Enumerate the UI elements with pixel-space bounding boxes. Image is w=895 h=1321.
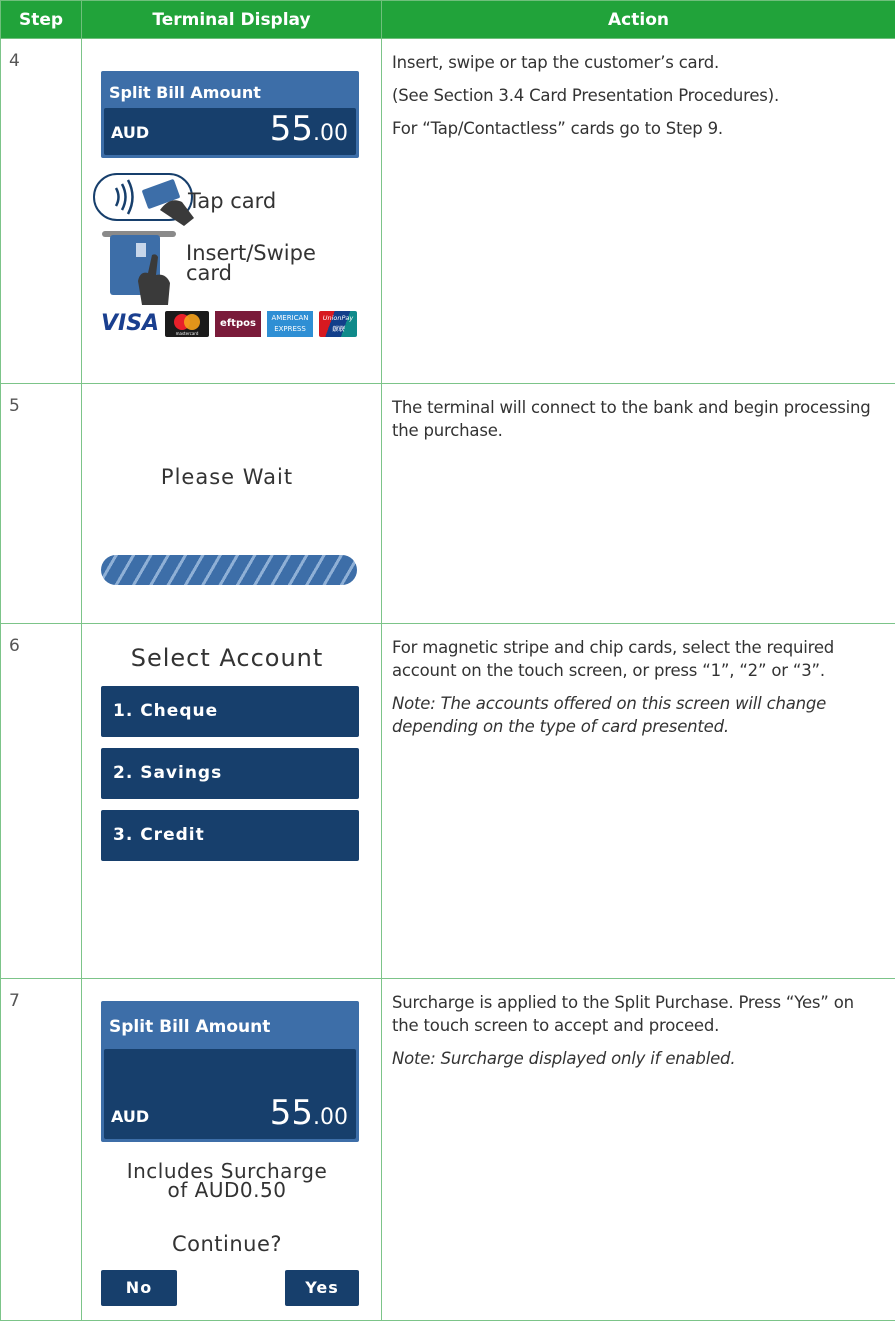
action-text: The terminal will connect to the bank an… [392,396,885,442]
eftpos-logo: eftpos [215,311,261,337]
surcharge-text: Includes Surchargeof AUD0.50 [82,1162,372,1200]
table-row: 4 Split Bill Amount AUD 55.00 [1,39,895,384]
continue-prompt: Continue? [82,1232,372,1256]
action-text: Insert, swipe or tap the customer’s card… [392,51,885,74]
tap-card-label: Tap card [188,189,276,213]
amount-value: 55.00 [270,109,348,149]
terminal-screen: Select Account 1. Cheque 2. Savings 3. C… [82,624,372,978]
terminal-display-cell: Split Bill Amount AUD 55.00 [82,39,382,384]
terminal-screen: Split Bill Amount AUD 55.00 Includes Sur… [82,979,372,1320]
action-cell: For magnetic stripe and chip cards, sele… [382,624,895,979]
progress-bar [101,555,357,585]
account-option-credit[interactable]: 3. Credit [101,810,359,861]
terminal-screen: Please Wait [82,384,372,623]
visa-logo: VISA [101,311,159,337]
currency-label: AUD [111,1107,149,1126]
amount-inner: AUD 55.00 [104,108,356,155]
amount-title: Split Bill Amount [109,1017,270,1037]
no-button[interactable]: No [101,1270,177,1306]
terminal-display-cell: Split Bill Amount AUD 55.00 Includes Sur… [82,979,382,1321]
header-step: Step [1,1,82,39]
terminal-display-cell: Select Account 1. Cheque 2. Savings 3. C… [82,624,382,979]
amount-title: Split Bill Amount [109,83,261,102]
insert-card-icon [96,229,186,311]
action-cell: The terminal will connect to the bank an… [382,384,895,624]
table-header-row: Step Terminal Display Action [1,1,895,39]
amount-inner: AUD 55.00 [104,1049,356,1139]
table-row: 7 Split Bill Amount AUD 55.00 Includes S… [1,979,895,1321]
table-row: 5 Please Wait The terminal will connect … [1,384,895,624]
mastercard-logo: mastercard [165,311,209,337]
amount-value: 55.00 [270,1093,348,1133]
action-note: Note: The accounts offered on this scree… [392,692,885,738]
action-note: Note: Surcharge displayed only if enable… [392,1047,885,1070]
table-row: 6 Select Account 1. Cheque 2. Savings 3.… [1,624,895,979]
action-text: Surcharge is applied to the Split Purcha… [392,991,885,1037]
account-option-savings[interactable]: 2. Savings [101,748,359,799]
select-account-title: Select Account [82,644,372,672]
yes-button[interactable]: Yes [285,1270,359,1306]
action-text: For magnetic stripe and chip cards, sele… [392,636,885,682]
unionpay-logo: UnionPay银联 [319,311,357,337]
action-text: For “Tap/Contactless” cards go to Step 9… [392,117,885,140]
header-action: Action [382,1,895,39]
header-terminal-display: Terminal Display [82,1,382,39]
step-number: 6 [1,624,82,979]
step-number: 4 [1,39,82,384]
insert-swipe-label: Insert/Swipecard [186,243,316,283]
step-number: 7 [1,979,82,1321]
account-option-cheque[interactable]: 1. Cheque [101,686,359,737]
step-number: 5 [1,384,82,624]
action-text: (See Section 3.4 Card Presentation Proce… [392,84,885,107]
procedure-table: Step Terminal Display Action 4 Split Bil… [0,0,895,1321]
terminal-screen: Split Bill Amount AUD 55.00 [82,39,372,383]
action-cell: Surcharge is applied to the Split Purcha… [382,979,895,1321]
please-wait-message: Please Wait [82,465,372,489]
card-scheme-logos: VISA mastercard eftpos AMERICANEXPRESS U… [101,311,359,339]
currency-label: AUD [111,123,149,142]
terminal-display-cell: Please Wait [82,384,382,624]
action-cell: Insert, swipe or tap the customer’s card… [382,39,895,384]
amount-panel: Split Bill Amount AUD 55.00 [101,1001,359,1142]
amex-logo: AMERICANEXPRESS [267,311,313,337]
amount-panel: Split Bill Amount AUD 55.00 [101,71,359,158]
svg-text:mastercard: mastercard [176,331,199,336]
